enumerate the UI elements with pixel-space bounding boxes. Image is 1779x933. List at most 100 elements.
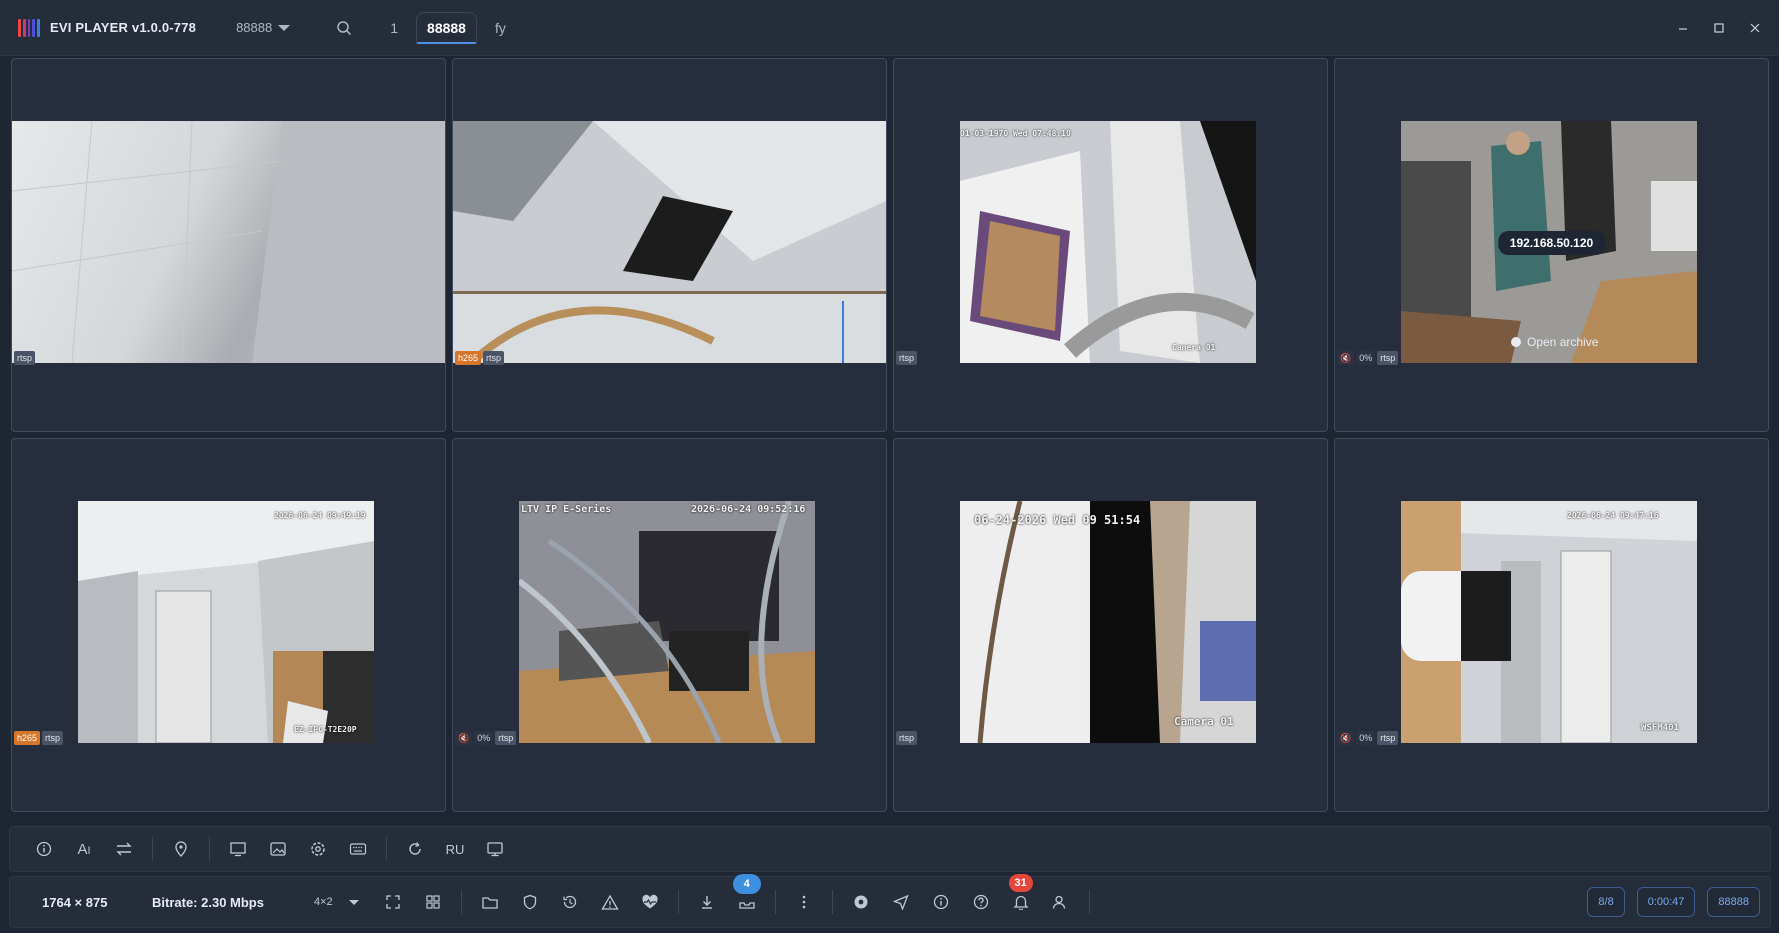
speaker-muted-icon[interactable]: 🔇	[1337, 351, 1355, 365]
video-feed: LTV IP E-Series 2026-06-24 09:52:16	[519, 501, 815, 743]
close-button[interactable]	[1737, 10, 1773, 46]
camera-cell[interactable]: 2026-06-24 09:47:16 WSFM401 🔇 0% rtsp	[1334, 438, 1769, 812]
camera-cell[interactable]: 2026-06-24 09:49:19 EZ-IPC-T2E20P h265 r…	[11, 438, 446, 812]
toolbar-divider	[460, 890, 462, 914]
grid-icon	[426, 895, 440, 909]
camera-cell[interactable]: h265 rtsp	[452, 58, 887, 432]
info-button[interactable]	[24, 831, 64, 867]
about-button[interactable]	[921, 884, 961, 920]
codec-badge: h265	[455, 351, 482, 365]
shield-icon	[523, 894, 536, 910]
settings-button[interactable]	[298, 831, 338, 867]
tab-1[interactable]: 1	[380, 12, 408, 44]
tab-fy[interactable]: fy	[485, 12, 516, 44]
history-icon	[563, 895, 576, 909]
users-button[interactable]	[1041, 884, 1081, 920]
toolbar-divider	[1088, 890, 1090, 914]
maximize-button[interactable]	[1701, 10, 1737, 46]
gear-badge-icon	[854, 895, 868, 909]
plugins-button[interactable]	[841, 884, 881, 920]
folder-button[interactable]	[470, 884, 510, 920]
bitrate-readout: Bitrate: 2.30 Mbps	[152, 894, 264, 910]
stream-badges: h265 rtsp	[14, 731, 64, 745]
download-button[interactable]	[687, 884, 727, 920]
image-icon	[270, 842, 286, 856]
keyboard-button[interactable]	[338, 831, 378, 867]
workspace-select[interactable]: 88888	[236, 20, 291, 35]
send-icon	[892, 894, 909, 910]
shield-button[interactable]	[510, 884, 550, 920]
open-archive-button[interactable]: Open archive	[1511, 335, 1598, 349]
app-title: EVI PLAYER v1.0.0-778	[50, 20, 197, 35]
notifications-button[interactable]: 31	[1001, 874, 1041, 920]
video-osd-timestamp: 01-03-1970 Wed 07:48:10	[960, 129, 1071, 138]
language-button[interactable]: RU	[435, 831, 475, 867]
video-osd-camera-name: Camera 01	[1174, 715, 1234, 728]
cameras-online-indicator[interactable]: 8/8	[1587, 887, 1625, 917]
video-osd-model: LTV IP E-Series	[521, 504, 612, 515]
monitor-button[interactable]	[218, 831, 258, 867]
speaker-muted-icon[interactable]: 🔇	[1337, 731, 1355, 745]
protocol-badge: rtsp	[42, 731, 64, 745]
minimize-icon	[1679, 28, 1687, 30]
folder-icon	[482, 897, 498, 909]
video-feed	[453, 121, 886, 363]
grid-layout-button[interactable]	[413, 884, 453, 920]
monitor-icon	[230, 842, 246, 857]
tools-toolbar: AI RU	[9, 826, 1771, 872]
camera-ip-tooltip: 192.168.50.120	[1497, 231, 1606, 255]
location-button[interactable]	[161, 831, 201, 867]
location-pin-icon	[175, 841, 187, 857]
video-feed: 2026-06-24 09:47:16 WSFM401	[1401, 501, 1697, 743]
stream-badges: rtsp	[14, 351, 36, 365]
resolution-readout: 1764 × 875	[42, 894, 108, 910]
toolbar-divider	[831, 890, 833, 914]
tab-88888[interactable]: 88888	[416, 11, 477, 44]
health-button[interactable]	[630, 884, 670, 920]
image-button[interactable]	[258, 831, 298, 867]
swap-button[interactable]	[104, 831, 144, 867]
protocol-badge: rtsp	[14, 351, 36, 365]
camera-cell[interactable]: rtsp	[11, 58, 446, 432]
fullscreen-button[interactable]	[373, 884, 413, 920]
refresh-button[interactable]	[395, 831, 435, 867]
workspace-indicator[interactable]: 88888	[1707, 887, 1760, 917]
volume-level: 0%	[1356, 351, 1376, 365]
camera-cell[interactable]: 01-03-1970 Wed 07:48:10 Camera 01 rtsp	[893, 58, 1328, 432]
ai-text-icon: AI	[77, 840, 91, 858]
camera-cell[interactable]: 06-24-2026 Wed 09 51:54 Camera 01 rtsp	[893, 438, 1328, 812]
alerts-button[interactable]	[590, 884, 630, 920]
more-button[interactable]	[784, 884, 824, 920]
help-icon	[973, 894, 988, 910]
video-osd-timestamp: 06-24-2026 Wed 09 51:54	[974, 513, 1141, 527]
workspace-tabs: 1 88888 fy	[380, 0, 524, 56]
help-button[interactable]	[961, 884, 1001, 920]
video-feed: 01-03-1970 Wed 07:48:10 Camera 01	[960, 121, 1256, 363]
speaker-muted-icon[interactable]: 🔇	[455, 731, 473, 745]
heart-pulse-icon	[642, 894, 658, 909]
stream-badges: rtsp	[896, 351, 918, 365]
history-button[interactable]	[550, 884, 590, 920]
user-search-icon	[1052, 895, 1065, 909]
layout-select[interactable]: 4×2	[314, 896, 359, 908]
camera-cell[interactable]: LTV IP E-Series 2026-06-24 09:52:16 🔇 0%…	[452, 438, 887, 812]
protocol-badge: rtsp	[1377, 731, 1399, 745]
info-icon	[36, 841, 52, 857]
tray-icon	[739, 902, 755, 909]
toolbar-divider	[152, 837, 153, 861]
display-button[interactable]	[475, 831, 515, 867]
protocol-badge: rtsp	[495, 731, 517, 745]
exports-button[interactable]: 4	[727, 874, 767, 920]
ai-text-button[interactable]: AI	[64, 831, 104, 867]
search-button[interactable]	[332, 16, 356, 40]
chevron-down-icon	[278, 24, 291, 31]
camera-cell[interactable]: 192.168.50.120 Open archive 🔇 0% rtsp	[1334, 58, 1769, 432]
workspace-select-value: 88888	[236, 20, 273, 35]
volume-level: 0%	[474, 731, 494, 745]
warning-icon	[601, 894, 619, 910]
minimize-button[interactable]	[1665, 10, 1701, 46]
video-osd-timestamp: 2026-06-24 09:52:16	[691, 504, 806, 515]
stream-badges: 🔇 0% rtsp	[455, 731, 517, 745]
send-button[interactable]	[881, 884, 921, 920]
uptime-timer[interactable]: 0:00:47	[1636, 887, 1696, 917]
